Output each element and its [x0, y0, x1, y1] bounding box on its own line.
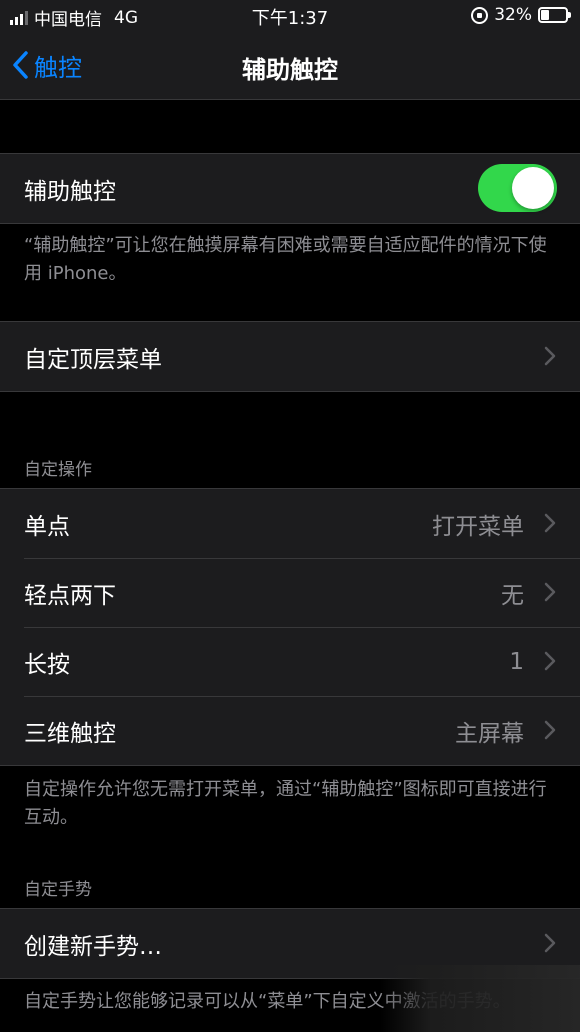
- custom-gestures-header: 自定手势: [24, 880, 92, 900]
- page-title: 辅助触控: [242, 56, 338, 84]
- customize-top-menu-label: 自定顶层菜单: [24, 346, 162, 373]
- chevron-right-icon: [544, 933, 556, 953]
- status-bar: 中国电信 4G 下午1:37 32%: [0, 0, 580, 32]
- chevron-right-icon: [544, 346, 556, 366]
- action-value: 1: [509, 648, 524, 675]
- action-row-double-tap[interactable]: 轻点两下 无: [0, 558, 580, 627]
- create-new-gesture-label: 创建新手势…: [24, 933, 162, 960]
- action-label: 单点: [24, 513, 70, 540]
- chevron-right-icon: [544, 651, 556, 671]
- toggle-knob: [512, 167, 554, 209]
- action-label: 轻点两下: [24, 582, 116, 609]
- custom-actions-header: 自定操作: [24, 460, 92, 480]
- action-value: 主屏幕: [455, 720, 524, 747]
- assistive-touch-label: 辅助触控: [24, 178, 116, 205]
- custom-actions-group: 单点 打开菜单 轻点两下 无 长按 1 三维触控 主屏幕: [0, 488, 580, 766]
- settings-screen: 中国电信 4G 下午1:37 32% 触控 辅助触控 辅助触控 “辅助触控”可让…: [0, 0, 580, 1032]
- action-label: 三维触控: [24, 720, 116, 747]
- assistive-touch-toggle[interactable]: [478, 164, 557, 212]
- chevron-right-icon: [544, 513, 556, 533]
- assistive-touch-row: 辅助触控: [0, 154, 580, 223]
- navigation-bar: 触控 辅助触控: [0, 32, 580, 100]
- top-menu-group: 自定顶层菜单: [0, 321, 580, 392]
- watermark-overlay: [380, 965, 580, 1032]
- battery-icon: [538, 7, 571, 23]
- action-value: 打开菜单: [432, 513, 524, 540]
- assistive-touch-group: 辅助触控: [0, 153, 580, 224]
- action-row-long-press[interactable]: 长按 1: [0, 627, 580, 696]
- action-label: 长按: [24, 651, 70, 678]
- custom-actions-footer: 自定操作允许您无需打开菜单，通过“辅助触控”图标即可直接进行互动。: [24, 779, 547, 828]
- orientation-lock-icon: [471, 6, 489, 24]
- status-right: 32%: [471, 5, 571, 25]
- action-row-single-tap[interactable]: 单点 打开菜单: [0, 489, 580, 558]
- chevron-right-icon: [544, 582, 556, 602]
- battery-percent: 32%: [494, 5, 532, 25]
- action-value: 无: [501, 582, 524, 609]
- chevron-right-icon: [544, 720, 556, 740]
- action-row-3d-touch[interactable]: 三维触控 主屏幕: [0, 696, 580, 765]
- assistive-touch-footer: “辅助触控”可让您在触摸屏幕有困难或需要自适应配件的情况下使用 iPhone。: [24, 235, 547, 284]
- customize-top-menu-row[interactable]: 自定顶层菜单: [0, 322, 580, 391]
